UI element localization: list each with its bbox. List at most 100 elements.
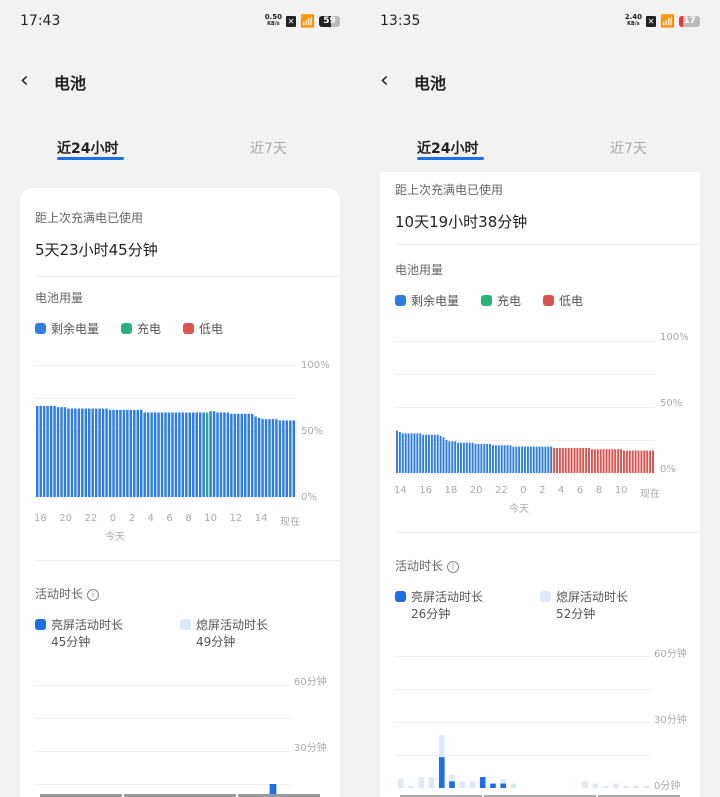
battery-bar <box>171 412 174 497</box>
battery-bar <box>91 408 94 497</box>
x-tick: 8 <box>595 485 603 496</box>
battery-bar <box>631 450 634 473</box>
screen-on-bar <box>479 777 486 788</box>
battery-bar <box>140 409 143 497</box>
battery-bar <box>428 434 430 473</box>
battery-card: 距上次充满电已使用 10天19小时38分钟 电池用量 剩余电量 充电 低电 10… <box>380 158 700 797</box>
x-tick: 10 <box>614 485 628 496</box>
battery-bar <box>582 447 585 473</box>
battery-bar <box>620 449 622 473</box>
battery-bar <box>188 412 191 497</box>
battery-bar <box>622 450 625 473</box>
battery-bar <box>637 450 640 473</box>
battery-bar <box>535 446 538 473</box>
screen-off-bar <box>408 785 414 788</box>
battery-bar <box>541 446 544 473</box>
battery-bar <box>413 433 416 473</box>
tab-24h[interactable]: 近24小时 <box>57 138 118 158</box>
legend-screen-off: 熄屏活动时长 <box>180 616 268 633</box>
battery-bar <box>614 449 617 473</box>
tab-7d[interactable]: 近7天 <box>610 138 647 158</box>
legend-low: 低电 <box>543 292 583 309</box>
y-tick: 100% <box>660 332 689 343</box>
usage-title: 电池用量 <box>395 263 444 277</box>
battery-bar <box>646 450 649 473</box>
x-tick: 6 <box>576 485 584 496</box>
battery-bar <box>608 449 611 473</box>
battery-bar <box>425 434 428 473</box>
legend-label: 剩余电量 <box>51 322 100 336</box>
legend-charging: 充电 <box>481 292 521 309</box>
light-blue-dot-icon <box>540 591 551 602</box>
battery-bar <box>146 412 150 497</box>
battery-bar <box>46 405 49 497</box>
status-icons: 0.50 KB/s ✕ 📶 59 <box>265 14 340 28</box>
battery-bar <box>480 443 483 473</box>
battery-bar <box>261 419 264 497</box>
status-time: 17:43 <box>20 13 61 29</box>
legend-low: 低电 <box>183 320 223 337</box>
y-tick: 30分钟 <box>654 715 687 726</box>
battery-bar <box>593 449 596 473</box>
legend-label: 熄屏活动时长 <box>196 618 269 632</box>
battery-bar <box>153 412 157 497</box>
blue-dot-icon <box>35 619 46 630</box>
x-tick: 2 <box>128 513 136 524</box>
battery-bar <box>558 447 561 473</box>
x-tick: 16 <box>419 485 432 496</box>
activity-bars-chart <box>398 735 650 788</box>
battery-bar <box>544 446 547 473</box>
battery-bar <box>192 412 195 497</box>
screen-off-bar <box>510 783 517 788</box>
battery-bar <box>178 412 181 497</box>
net-speed: 0.50 <box>264 13 283 21</box>
status-icons: 2.40 KB/s ✕ 📶 17 <box>625 14 700 28</box>
battery-bar <box>250 413 254 497</box>
battery-bars-chart <box>36 405 295 497</box>
back-chevron-icon[interactable]: ‹ <box>20 68 29 93</box>
activity-title: 活动时长 i <box>35 585 100 602</box>
red-dot-icon <box>543 295 555 306</box>
battery-bar <box>509 445 512 473</box>
screen-on-bar <box>438 757 445 788</box>
battery-bar <box>101 408 105 497</box>
y-tick: 60分钟 <box>654 649 687 660</box>
x-sublabel-today: 今天 <box>105 532 125 543</box>
battery-bar <box>67 408 70 497</box>
battery-bar <box>506 445 509 473</box>
battery-bar <box>422 434 425 473</box>
battery-bar <box>209 411 212 497</box>
battery-bar <box>216 412 219 497</box>
x-ticks: 14 16 18 20 22 0 2 4 6 8 10 现在 <box>394 485 660 500</box>
battery-bar <box>150 412 153 497</box>
battery-bar <box>98 408 101 497</box>
divider <box>35 560 340 561</box>
info-icon[interactable]: i <box>87 588 100 601</box>
back-chevron-icon[interactable]: ‹ <box>380 68 389 93</box>
screen-on-bar <box>449 781 455 788</box>
battery-bar <box>49 405 53 497</box>
battery-bar <box>652 450 654 473</box>
battery-bar <box>430 434 433 473</box>
battery-bar <box>625 450 628 473</box>
x-tick: 18 <box>444 485 458 496</box>
tab-24h[interactable]: 近24小时 <box>417 138 478 158</box>
screen-off-bar <box>633 785 640 788</box>
since-full-label: 距上次充满电已使用 <box>35 211 144 225</box>
info-icon[interactable]: i <box>447 560 460 573</box>
right-phone-screen: 13:35 2.40 KB/s ✕ 📶 17 ‹ 电池 距上次充满电已使用 10天… <box>360 0 720 797</box>
battery-bar <box>401 433 404 473</box>
legend-screen-on: 亮屏活动时长 <box>35 616 123 633</box>
screen-off-bar <box>643 785 650 788</box>
net-unit: KB/s <box>267 21 280 27</box>
battery-bar <box>195 412 198 497</box>
y-tick: 0分钟 <box>654 781 681 792</box>
battery-bar <box>63 407 67 497</box>
battery-bar <box>285 420 289 497</box>
battery-bar <box>494 445 497 473</box>
left-phone-screen: 17:43 0.50 KB/s ✕ 📶 59 ‹ 电池 近24小时 近7天 距上次… <box>0 0 360 797</box>
tab-7d[interactable]: 近7天 <box>250 138 287 158</box>
battery-bar <box>94 408 98 497</box>
battery-bar <box>451 441 454 473</box>
y-tick: 50% <box>301 426 324 437</box>
